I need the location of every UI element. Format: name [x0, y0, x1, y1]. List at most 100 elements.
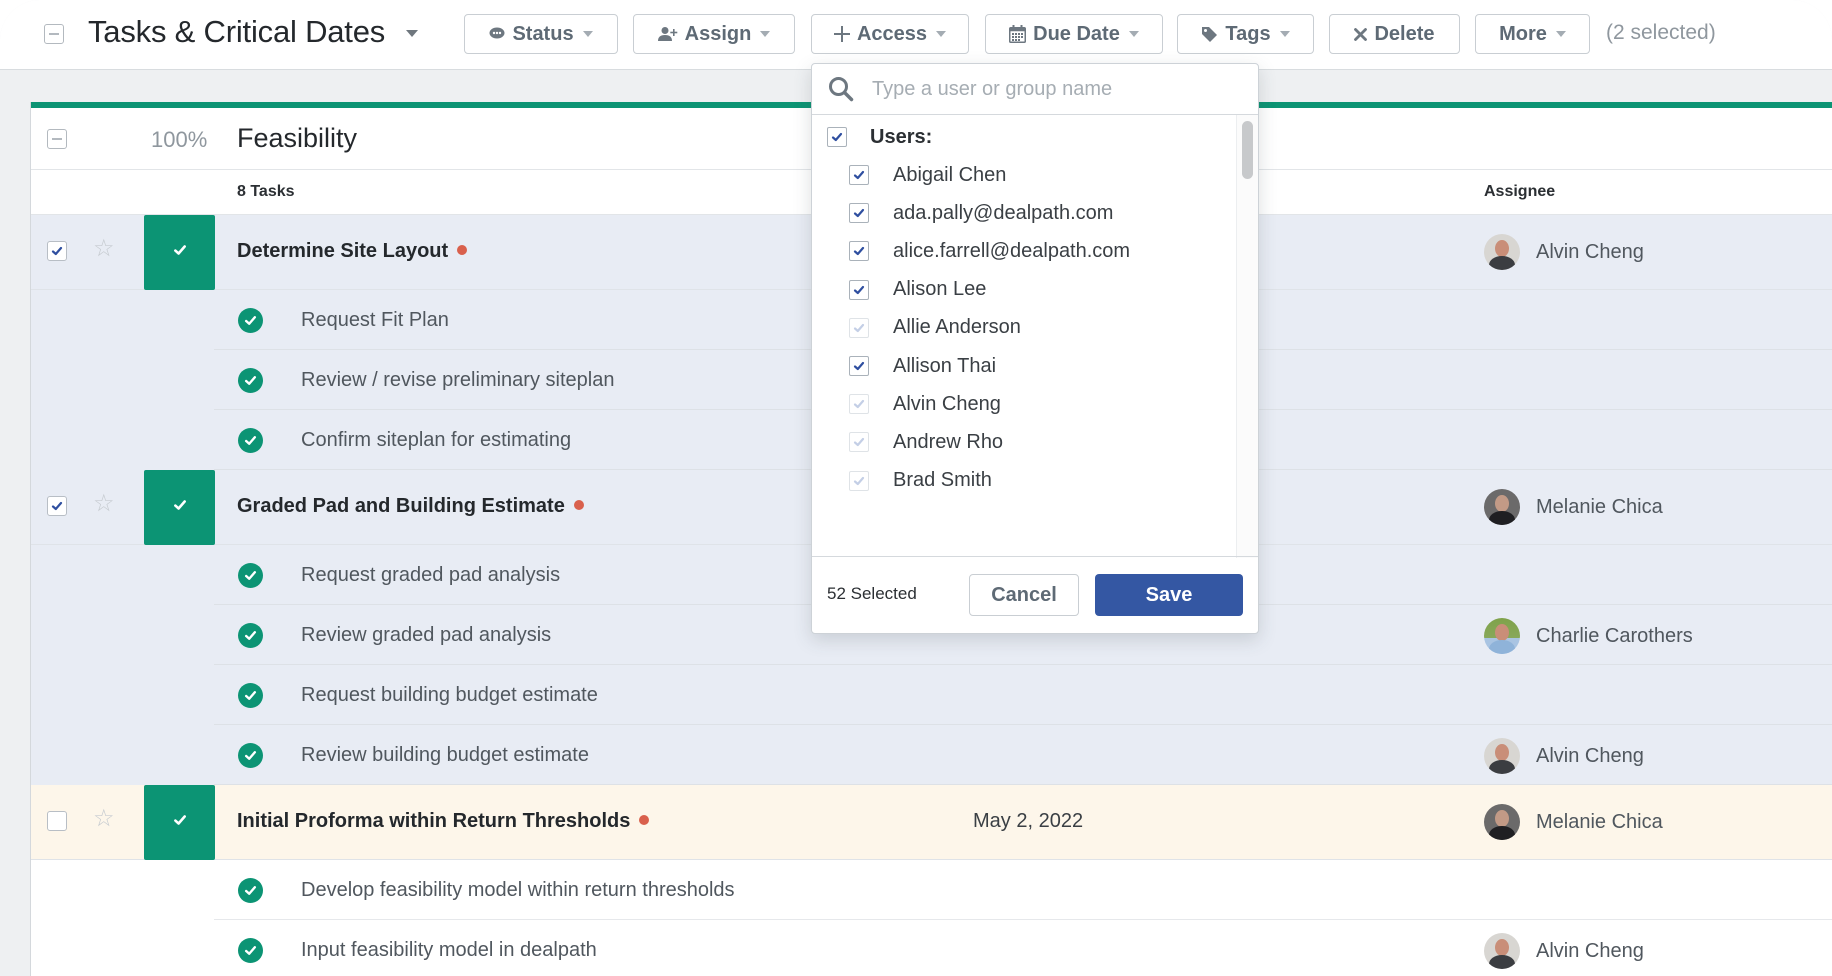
user-search-input[interactable] [872, 73, 1242, 105]
section-collapse-toggle[interactable] [47, 129, 67, 149]
subtask-row[interactable]: Review building budget estimate Alvin Ch… [31, 725, 1832, 785]
user-checkbox[interactable] [849, 241, 869, 262]
subtask-name[interactable]: Review / revise preliminary siteplan [301, 369, 614, 392]
user-checkbox [849, 394, 869, 415]
user-checkbox[interactable] [849, 356, 869, 376]
assignee[interactable]: Charlie Carothers [1484, 618, 1693, 654]
task-count-header: 8 Tasks [237, 183, 295, 200]
star-icon[interactable]: ☆ [93, 807, 115, 831]
user-option[interactable]: Brad Smith [849, 459, 992, 503]
subtask-name[interactable]: Confirm siteplan for estimating [301, 429, 571, 452]
user-name: Alison Lee [893, 278, 987, 301]
subtask-name[interactable]: Review building budget estimate [301, 744, 589, 767]
subtask-name[interactable]: Request Fit Plan [301, 309, 449, 332]
task-name[interactable]: Initial Proforma within Return Threshold… [237, 810, 650, 833]
subtask-row[interactable]: Request building budget estimate [31, 665, 1832, 725]
collapse-all-toggle[interactable] [44, 24, 64, 44]
app-frame: Tasks & Critical Dates Status Assign Acc… [0, 0, 1832, 976]
user-checkbox[interactable] [849, 165, 869, 185]
subtask-name[interactable]: Request graded pad analysis [301, 564, 560, 587]
assignee[interactable]: Alvin Cheng [1484, 234, 1644, 270]
caret-down-icon [1128, 31, 1139, 37]
subtask-complete-icon[interactable] [238, 563, 263, 588]
assignee[interactable]: Alvin Cheng [1484, 738, 1644, 774]
task-due-date[interactable]: May 2, 2022 [973, 810, 1083, 833]
task-name-text: Graded Pad and Building Estimate [237, 495, 565, 517]
access-button[interactable]: Access [811, 14, 969, 54]
subtask-row[interactable]: Input feasibility model in dealpath Alvi… [31, 920, 1832, 976]
task-row[interactable]: ☆ Initial Proforma within Return Thresho… [31, 785, 1832, 860]
user-list-scrollbar[interactable] [1236, 115, 1258, 558]
subtask-complete-icon[interactable] [238, 683, 263, 708]
user-name: Brad Smith [893, 469, 992, 492]
subtask-name[interactable]: Develop feasibility model within return … [301, 879, 735, 902]
subtask-name[interactable]: Input feasibility model in dealpath [301, 939, 597, 962]
overdue-dot-icon [573, 500, 584, 510]
caret-down-icon [1555, 31, 1566, 37]
scrollbar-thumb[interactable] [1242, 121, 1253, 179]
add-user-icon [657, 26, 678, 42]
subtask-complete-icon[interactable] [238, 938, 263, 963]
subtask-complete-icon[interactable] [238, 623, 263, 648]
user-list: Users: Abigail Chen ada.pally@dealpath.com… [812, 115, 1258, 558]
assignee-name: Alvin Cheng [1536, 939, 1644, 962]
subtask-complete-icon[interactable] [238, 308, 263, 333]
subtask-complete-icon[interactable] [238, 368, 263, 393]
caret-down-icon [760, 31, 771, 37]
avatar [1484, 933, 1520, 969]
task-complete-status[interactable] [144, 785, 215, 860]
assignee-name: Alvin Cheng [1536, 744, 1644, 767]
subtask-complete-icon[interactable] [238, 743, 263, 768]
checkmark-icon [173, 813, 187, 832]
checkmark-icon [173, 243, 187, 262]
user-checkbox[interactable] [849, 279, 869, 300]
delete-button[interactable]: Delete [1329, 14, 1460, 54]
avatar [1484, 618, 1520, 654]
subtask-row[interactable]: Develop feasibility model within return … [31, 860, 1832, 920]
caret-down-icon [582, 31, 593, 37]
avatar [1484, 804, 1520, 840]
group-checkbox[interactable] [827, 127, 847, 147]
assignee[interactable]: Alvin Cheng [1484, 933, 1644, 969]
caret-down-icon [936, 31, 947, 37]
subtask-complete-icon[interactable] [238, 878, 263, 903]
star-icon[interactable]: ☆ [93, 492, 115, 516]
task-complete-status[interactable] [144, 215, 215, 290]
row-select-checkbox[interactable] [47, 811, 67, 831]
user-name: Alvin Cheng [893, 392, 1001, 415]
assignee[interactable]: Melanie Chica [1484, 489, 1663, 525]
task-name[interactable]: Determine Site Layout [237, 240, 468, 263]
assignee-name: Melanie Chica [1536, 495, 1663, 518]
due-date-button[interactable]: Due Date [985, 14, 1163, 54]
section-progress: 100% [151, 127, 208, 152]
selection-count: (2 selected) [1606, 21, 1716, 44]
star-icon[interactable]: ☆ [93, 237, 115, 261]
tags-button-label: Tags [1225, 22, 1271, 45]
checkmark-icon [173, 498, 187, 517]
assignee-column-header[interactable]: Assignee [1484, 183, 1555, 201]
more-button[interactable]: More [1475, 14, 1590, 54]
task-name[interactable]: Graded Pad and Building Estimate [237, 495, 584, 518]
user-checkbox [849, 317, 869, 338]
row-select-checkbox[interactable] [47, 496, 67, 516]
access-popup: Users: Abigail Chen ada.pally@dealpath.com… [811, 63, 1259, 634]
popup-search-row [812, 64, 1258, 115]
subtask-complete-icon[interactable] [238, 428, 263, 453]
row-select-checkbox[interactable] [47, 241, 67, 261]
subtask-name[interactable]: Request building budget estimate [301, 684, 598, 707]
cancel-button[interactable]: Cancel [969, 574, 1079, 616]
section-title: Feasibility [237, 123, 358, 153]
user-name: alice.farrell@dealpath.com [893, 239, 1131, 262]
calendar-icon [1009, 25, 1027, 43]
user-checkbox [849, 432, 869, 453]
popup-selected-count: 52 Selected [827, 584, 917, 603]
assign-button[interactable]: Assign [633, 14, 795, 54]
status-button[interactable]: Status [464, 14, 618, 54]
assignee[interactable]: Melanie Chica [1484, 804, 1663, 840]
tags-button[interactable]: Tags [1177, 14, 1314, 54]
save-button[interactable]: Save [1095, 574, 1243, 616]
title-dropdown-caret-icon[interactable] [406, 30, 418, 37]
subtask-name[interactable]: Review graded pad analysis [301, 624, 551, 647]
user-checkbox[interactable] [849, 203, 869, 224]
task-complete-status[interactable] [144, 470, 215, 545]
